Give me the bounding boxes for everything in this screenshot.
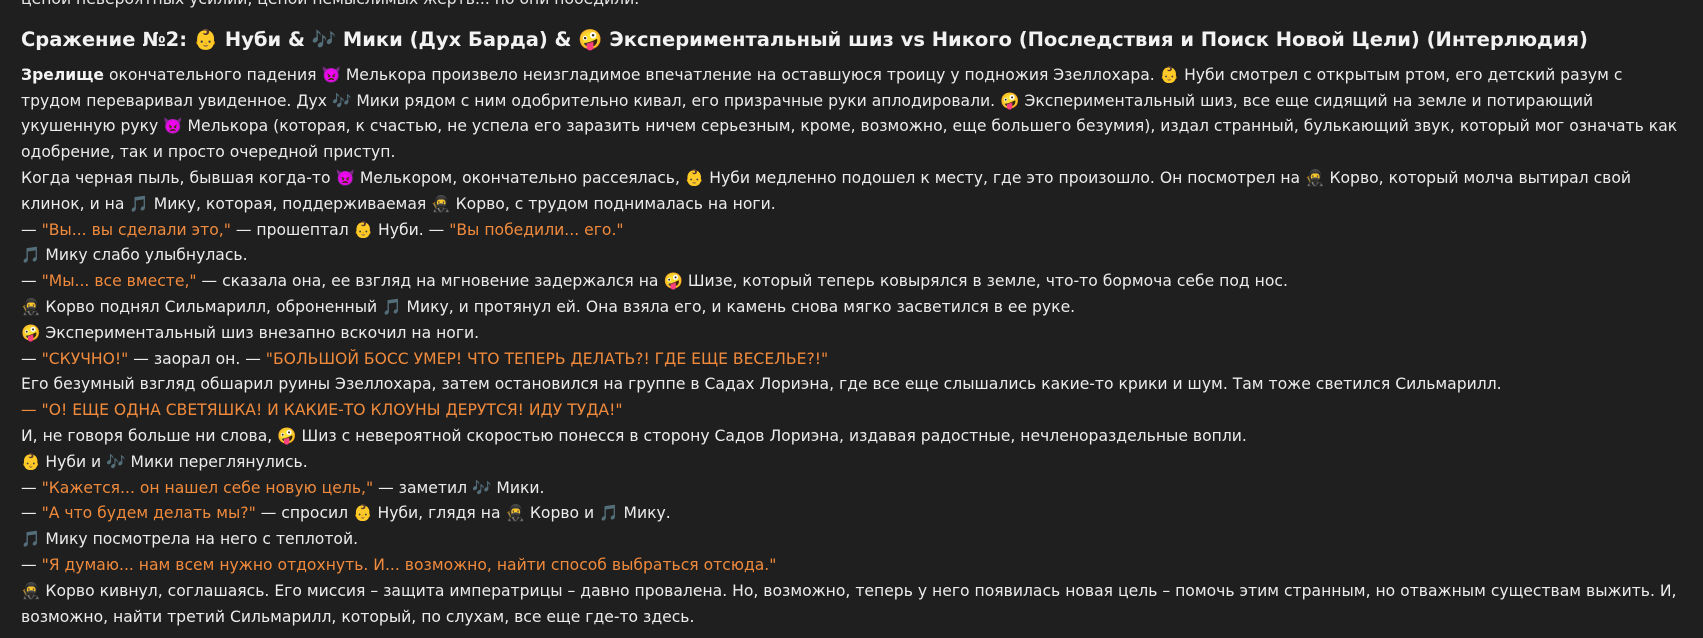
dash: — xyxy=(21,555,42,574)
narration: — заорал он. — xyxy=(128,349,266,368)
dash: — xyxy=(21,504,42,523)
dialogue-line-3: — "Вы... вы сделали это," — прошептал 👶 … xyxy=(21,218,1683,244)
dialogue-line-8: — "СКУЧНО!" — заорал он. — "БОЛЬШОЙ БОСС… xyxy=(21,347,1683,373)
previous-paragraph-fragment: ценой невероятных усилий, ценой немыслим… xyxy=(21,0,1683,13)
dialogue-line-14: — "А что будем делать мы?" — спросил 👶 Н… xyxy=(21,501,1683,527)
quote: "СКУЧНО!" xyxy=(41,349,129,368)
dash: — xyxy=(21,478,42,497)
dialogue-line-10: — "О! ЕЩЕ ОДНА СВЕТЯШКА! И КАКИЕ-ТО КЛОУ… xyxy=(21,398,1683,424)
dash: — xyxy=(21,272,42,291)
line-7: 🤪 Экспериментальный шиз внезапно вскочил… xyxy=(21,323,480,342)
quote: "Вы победили... его." xyxy=(449,220,624,239)
narration: — сказала она, ее взгляд на мгновение за… xyxy=(196,272,1288,291)
dash: — xyxy=(21,220,42,239)
quote: "Мы... все вместе," xyxy=(41,272,197,291)
narration: — заметил 🎶 Мики. xyxy=(373,478,545,497)
line-9: Его безумный взгляд обшарил руины Эзелло… xyxy=(21,375,1502,394)
paragraph-1-bold: Зрелище xyxy=(21,65,104,84)
quote: "А что будем делать мы?" xyxy=(41,504,256,523)
line-12: 👶 Нуби и 🎶 Мики переглянулись. xyxy=(21,452,308,471)
quote: "Я думаю... нам всем нужно отдохнуть. И.… xyxy=(41,555,777,574)
dialogue-line-16: — "Я думаю... нам всем нужно отдохнуть. … xyxy=(21,553,1683,579)
quote: "БОЛЬШОЙ БОСС УМЕР! ЧТО ТЕПЕРЬ ДЕЛАТЬ?! … xyxy=(265,349,829,368)
dialogue-line-13: — "Кажется... он нашел себе новую цель,"… xyxy=(21,476,1683,502)
paragraph-2: Когда черная пыль, бывшая когда-то 👿 Мел… xyxy=(21,168,1632,213)
narration: — прошептал 👶 Нуби. — xyxy=(230,220,450,239)
quote: "Вы... вы сделали это," xyxy=(41,220,231,239)
line-17: 🥷 Корво кивнул, соглашаясь. Его миссия –… xyxy=(21,581,1677,626)
narration: — спросил 👶 Нуби, глядя на 🥷 Корво и 🎵 М… xyxy=(255,504,671,523)
line-15: 🎵 Мику посмотрела на него с теплотой. xyxy=(21,530,359,549)
dash: — xyxy=(21,349,42,368)
story-content: ценой невероятных усилий, ценой немыслим… xyxy=(21,0,1683,630)
section-heading: Сражение №2: 👶 Нуби & 🎶 Мики (Дух Барда)… xyxy=(21,27,1588,51)
paragraph-1: Зрелище окончательного падения 👿 Мелькор… xyxy=(21,63,1683,166)
line-4: 🎵 Мику слабо улыбнулась. xyxy=(21,246,248,265)
line-6: 🥷 Корво поднял Сильмарилл, оброненный 🎵 … xyxy=(21,297,1076,316)
paragraph-1-text: окончательного падения 👿 Мелькора произв… xyxy=(21,65,1678,162)
dialogue-line-5: — "Мы... все вместе," — сказала она, ее … xyxy=(21,269,1683,295)
quote: "Кажется... он нашел себе новую цель," xyxy=(41,478,374,497)
quote: — "О! ЕЩЕ ОДНА СВЕТЯШКА! И КАКИЕ-ТО КЛОУ… xyxy=(21,401,623,420)
line-11: И, не говоря больше ни слова, 🤪 Шиз с не… xyxy=(21,426,1247,445)
